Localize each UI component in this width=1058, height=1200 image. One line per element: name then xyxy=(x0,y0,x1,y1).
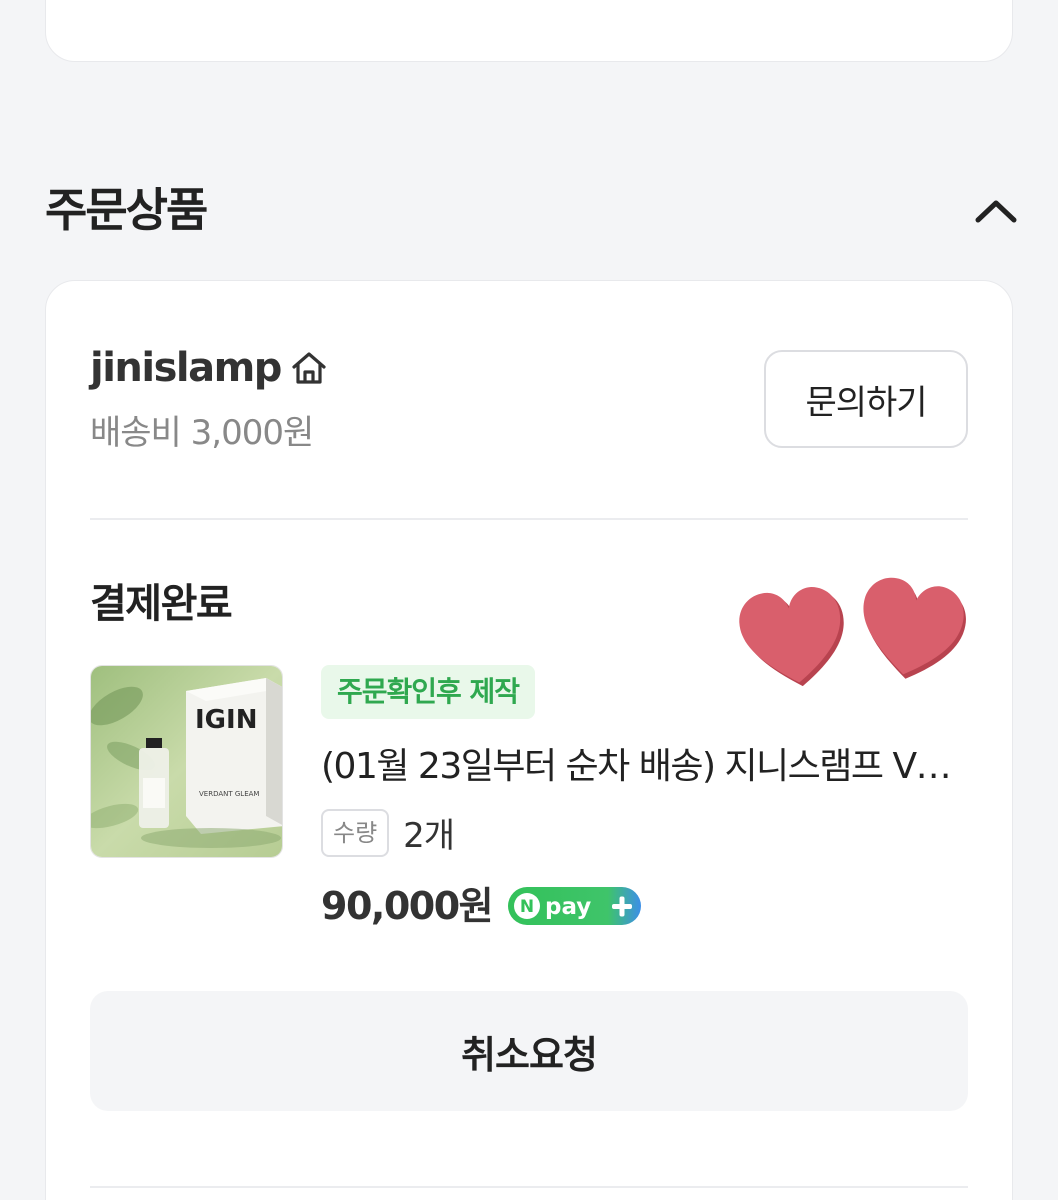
quantity-row: 수량 2개 xyxy=(321,808,455,857)
product-name[interactable]: (01월 23일부터 순차 배송) 지니스램프 VERDANT GLEAM xyxy=(321,742,969,792)
svg-text:N: N xyxy=(520,897,534,917)
divider xyxy=(90,1186,968,1188)
product-price: 90,000원 xyxy=(321,884,494,928)
price-row: 90,000원 N pay xyxy=(321,880,642,932)
divider xyxy=(90,518,968,520)
svg-text:pay: pay xyxy=(545,894,591,920)
section-title: 주문상품 xyxy=(45,183,208,237)
order-status: 결제완료 xyxy=(90,581,233,627)
home-icon xyxy=(289,348,329,388)
thumbnail-brand-text: IGIN xyxy=(195,705,257,735)
seller-name-link[interactable]: jinislamp xyxy=(90,342,329,394)
collapse-button[interactable] xyxy=(970,190,1022,230)
quantity-value: 2개 xyxy=(403,816,455,856)
shipping-fee: 배송비 3,000원 xyxy=(90,413,314,453)
made-to-order-badge: 주문확인후 제작 xyxy=(321,665,536,719)
inquiry-button[interactable]: 문의하기 xyxy=(764,350,968,448)
product-thumbnail[interactable]: IGIN VERDANT GLEAM xyxy=(90,665,283,858)
thumbnail-subtitle-text: VERDANT GLEAM xyxy=(199,790,259,798)
seller-name: jinislamp xyxy=(90,345,282,391)
cancel-request-button[interactable]: 취소요청 xyxy=(90,991,968,1111)
chevron-up-icon xyxy=(975,200,1017,223)
quantity-label: 수량 xyxy=(321,808,390,857)
npay-plus-icon: N pay xyxy=(508,887,642,925)
previous-section-card xyxy=(45,0,1013,62)
hearts-decoration xyxy=(739,577,966,687)
